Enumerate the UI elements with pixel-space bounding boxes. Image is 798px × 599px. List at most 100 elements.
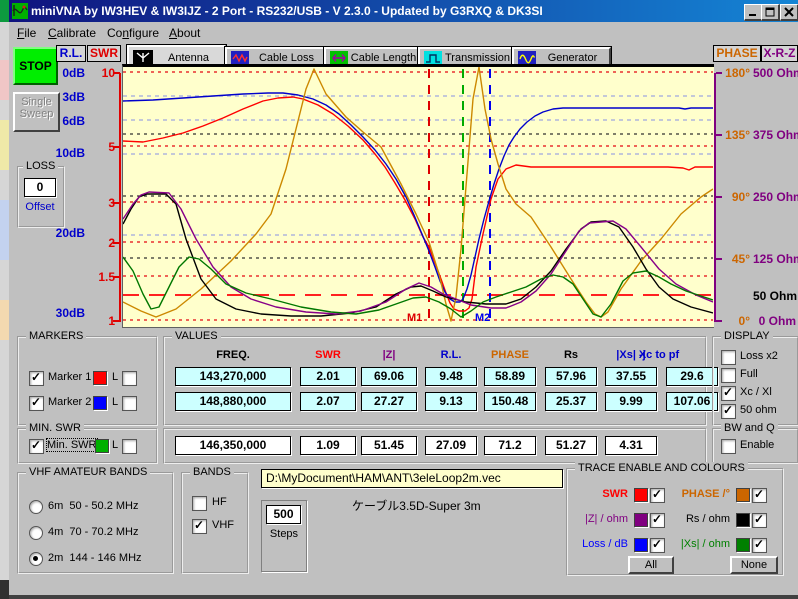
band-2m-radio[interactable] <box>29 552 43 566</box>
m1-swr-field[interactable]: 2.01 <box>300 367 356 386</box>
m1-rl-field[interactable]: 9.48 <box>425 367 477 386</box>
trace-rs-label: Rs / ohm <box>664 513 730 525</box>
trace-swr-swatch[interactable] <box>634 488 648 502</box>
m1-freq-field[interactable]: 143,270,000 <box>175 367 291 386</box>
phase-tick: 0° <box>720 314 750 328</box>
trace-loss-checkbox[interactable] <box>650 538 665 553</box>
m2-xc-field[interactable]: 107.06 <box>666 392 718 411</box>
stop-button[interactable]: STOP <box>13 47 58 85</box>
trace-rs-checkbox[interactable] <box>752 513 767 528</box>
marker1-color-swatch[interactable] <box>93 371 107 385</box>
min-phase-field[interactable]: 71.2 <box>484 436 536 455</box>
loss-offset-label: Offset <box>19 201 61 213</box>
min-swr-color-swatch[interactable] <box>95 439 109 453</box>
trace-xs-swatch[interactable] <box>736 538 750 552</box>
min-swr-l-checkbox[interactable] <box>122 439 137 454</box>
marker1-checkbox[interactable] <box>29 371 44 386</box>
single-sweep-button[interactable]: Single Sweep <box>13 92 60 132</box>
m2-swr-field[interactable]: 2.07 <box>300 392 356 411</box>
db-tick: 6dB <box>55 114 85 128</box>
min-swr-checkbox[interactable] <box>29 439 44 454</box>
marker2-l-checkbox[interactable] <box>122 396 137 411</box>
title-bar: miniVNA by IW3HEV & IW3IJZ - 2 Port - RS… <box>9 0 798 22</box>
ohm-tick: 375 Ohm <box>753 128 796 142</box>
m2-freq-field[interactable]: 148,880,000 <box>175 392 291 411</box>
ohm-tick: 50 Ohm <box>753 289 796 303</box>
m1-xs-field[interactable]: 37.55 <box>605 367 657 386</box>
trace-loss-label: Loss / dB <box>570 538 628 550</box>
trace-rs-swatch[interactable] <box>736 513 750 527</box>
marker2-checkbox[interactable] <box>29 396 44 411</box>
m2-z-field[interactable]: 27.27 <box>361 392 417 411</box>
menu-calibrate[interactable]: Calibrate <box>48 26 96 40</box>
loss-offset-input[interactable]: 0 <box>24 178 56 197</box>
swr-tick: 1.5 <box>88 270 115 284</box>
swr-axis-label: SWR <box>87 45 121 62</box>
header-freq: FREQ. <box>175 349 291 361</box>
swr-tick: 3 <box>88 196 115 210</box>
trace-z-checkbox[interactable] <box>650 513 665 528</box>
phase-tick: 90° <box>720 190 750 204</box>
m1-z-field[interactable]: 69.06 <box>361 367 417 386</box>
trace-group: TRACE ENABLE AND COLOURS SWR PHASE /° |Z… <box>566 468 784 576</box>
marker1-l-checkbox[interactable] <box>122 371 137 386</box>
band-6m-radio[interactable] <box>29 500 43 514</box>
menu-about[interactable]: About <box>169 26 200 40</box>
trace-phase-label: PHASE /° <box>664 488 730 500</box>
min-xs-field[interactable]: 4.31 <box>605 436 657 455</box>
header-z: |Z| <box>361 349 417 361</box>
db-tick: 10dB <box>55 146 85 160</box>
m2-xs-field[interactable]: 9.99 <box>605 392 657 411</box>
m2-phase-field[interactable]: 150.48 <box>484 392 536 411</box>
min-swr-label: Min. SWR <box>47 439 97 451</box>
min-rs-field[interactable]: 51.27 <box>545 436 597 455</box>
trace-z-swatch[interactable] <box>634 513 648 527</box>
menu-file[interactable]: File <box>17 26 36 40</box>
full-checkbox[interactable] <box>721 368 736 383</box>
m2-rs-field[interactable]: 25.37 <box>545 392 597 411</box>
window-bottom-edge <box>9 595 798 599</box>
m1-xc-field[interactable]: 29.6 <box>666 367 718 386</box>
steps-input[interactable]: 500 <box>266 505 301 524</box>
trace-xs-checkbox[interactable] <box>752 538 767 553</box>
min-z-field[interactable]: 51.45 <box>361 436 417 455</box>
xc-xl-checkbox[interactable] <box>721 386 736 401</box>
bw-enable-checkbox[interactable] <box>721 439 736 454</box>
trace-phase-swatch[interactable] <box>736 488 750 502</box>
chart-plot-area[interactable]: M1M2 <box>122 64 714 328</box>
markers-group: MARKERS Marker 1 L Marker 2 L <box>17 336 158 426</box>
m1-phase-field[interactable]: 58.89 <box>484 367 536 386</box>
hf-checkbox[interactable] <box>192 496 207 511</box>
m1-rs-field[interactable]: 57.96 <box>545 367 597 386</box>
header-rs: Rs <box>545 349 597 361</box>
trace-none-button[interactable]: None <box>730 556 778 574</box>
trace-all-button[interactable]: All <box>628 556 674 574</box>
vhf-bands-group: VHF AMATEUR BANDS 6m 50 - 50.2 MHz 4m 70… <box>17 472 174 574</box>
ohm50-checkbox[interactable] <box>721 404 736 419</box>
header-rl: R.L. <box>425 349 477 361</box>
close-button[interactable] <box>780 4 798 21</box>
band-4m-radio[interactable] <box>29 526 43 540</box>
swr-tick: 2 <box>88 236 115 250</box>
loss-x2-label: Loss x2 <box>740 350 778 362</box>
close-icon <box>784 7 794 17</box>
minivna-window: miniVNA by IW3HEV & IW3IJZ - 2 Port - RS… <box>0 0 798 599</box>
vhf-checkbox[interactable] <box>192 519 207 534</box>
menu-configure[interactable]: Configure <box>107 26 159 40</box>
antenna-icon <box>133 50 153 65</box>
m2-rl-field[interactable]: 9.13 <box>425 392 477 411</box>
cable-note: ケーブル3.5D-Super 3m <box>352 497 481 514</box>
xc-xl-label: Xc / Xl <box>740 386 772 398</box>
file-path-field[interactable]: D:\MyDocument\HAM\ANT\3eleLoop2m.vec <box>261 469 563 488</box>
min-swr-field[interactable]: 1.09 <box>300 436 356 455</box>
trace-swr-checkbox[interactable] <box>650 488 665 503</box>
menu-bar: File Calibrate Configure About <box>9 22 798 44</box>
trace-phase-checkbox[interactable] <box>752 488 767 503</box>
min-rl-field[interactable]: 27.09 <box>425 436 477 455</box>
db-tick: 0dB <box>55 66 85 80</box>
maximize-button[interactable] <box>761 4 780 21</box>
trace-loss-swatch[interactable] <box>634 538 648 552</box>
loss-x2-checkbox[interactable] <box>721 350 736 365</box>
min-freq-field[interactable]: 146,350,000 <box>175 436 291 455</box>
marker2-color-swatch[interactable] <box>93 396 107 410</box>
